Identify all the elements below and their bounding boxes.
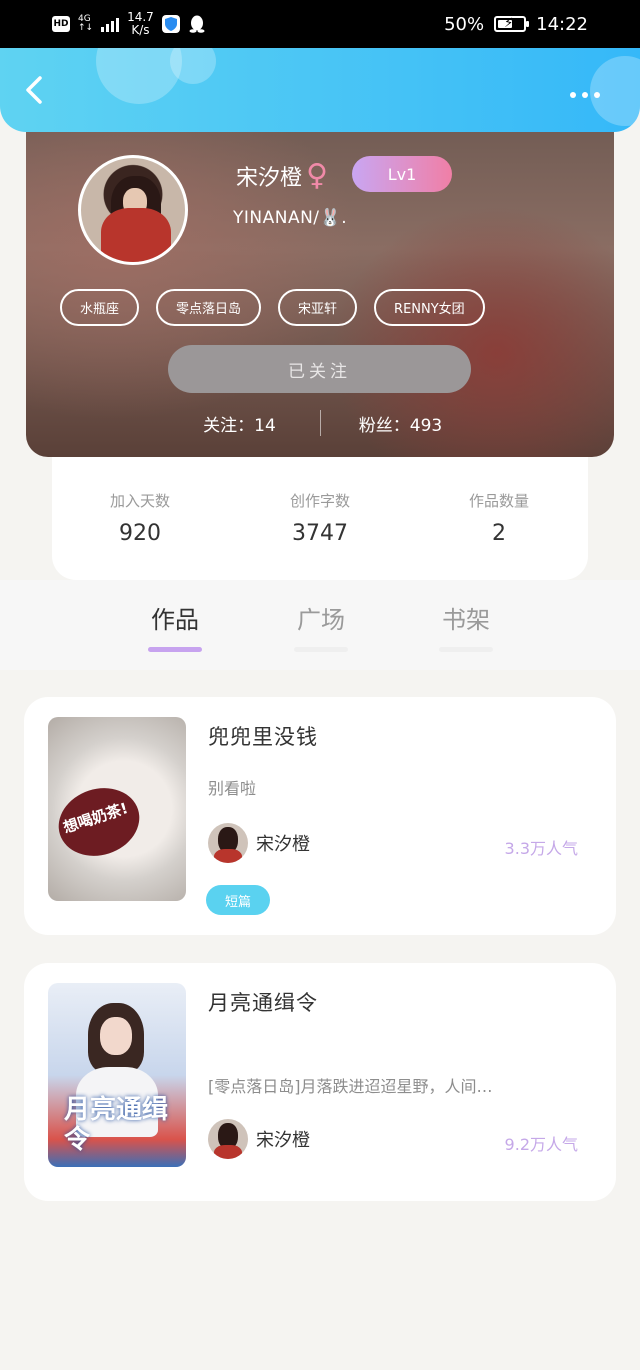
profile-name: 宋汐橙 (236, 166, 303, 191)
hd-badge: HD (52, 16, 70, 32)
status-bar: HD 4G ↑↓ 14.7 K/s 50% ⚡ 14:22 (0, 0, 640, 48)
profile-tag[interactable]: 水瓶座 (60, 289, 140, 326)
stat-works-count: 作品数量 2 (468, 492, 529, 546)
profile-card: 宋汐橙 ♀ Lv1 YINANAN/🐰. 水瓶座 零点落日岛 宋亚轩 RENNY… (26, 110, 614, 457)
stat-word-count: 创作字数 3747 (289, 492, 350, 546)
profile-signature: YINANAN/🐰. (233, 208, 348, 228)
work-author[interactable]: 宋汐橙 (208, 1119, 310, 1159)
tab-bar: 作品 广场 书架 (0, 580, 640, 670)
profile-name-row: 宋汐橙 ♀ (236, 160, 328, 192)
tab-works[interactable]: 作品 (135, 600, 215, 652)
author-avatar (208, 1119, 248, 1159)
signal-icon (101, 16, 120, 32)
profile-tags: 水瓶座 零点落日岛 宋亚轩 RENNY女团 (60, 289, 485, 326)
back-button[interactable] (16, 72, 52, 108)
level-badge: Lv1 (352, 156, 452, 192)
more-button[interactable] (570, 92, 600, 98)
follow-counts: 关注：14 粉丝：493 (26, 410, 614, 436)
battery-icon: ⚡ (494, 16, 530, 32)
qq-app-icon (188, 15, 206, 33)
chevron-left-icon (26, 76, 42, 104)
clock: 14:22 (536, 13, 588, 35)
genre-tag: 短篇 (206, 885, 270, 915)
profile-tag[interactable]: RENNY女团 (374, 289, 485, 326)
work-title: 月亮通缉令 (208, 991, 318, 1015)
more-dots-icon (570, 92, 576, 98)
shield-app-icon (161, 15, 180, 33)
following-count[interactable]: 关注：14 (160, 411, 320, 436)
avatar[interactable] (78, 155, 188, 265)
stat-join-days: 加入天数 920 (109, 492, 170, 546)
profile-tag[interactable]: 零点落日岛 (156, 289, 262, 326)
work-author[interactable]: 宋汐橙 (208, 823, 310, 863)
work-description: 别看啦 (208, 779, 257, 798)
follow-button[interactable]: 已关注 (168, 345, 471, 393)
author-avatar (208, 823, 248, 863)
work-card[interactable]: 月亮通缉令 月亮通缉令 [零点落日岛]月落跌进迢迢星野，人间… 宋汐橙 9.2万… (24, 963, 616, 1201)
work-description: [零点落日岛]月落跌进迢迢星野，人间… (208, 1077, 493, 1096)
work-popularity: 9.2万人气 (504, 1135, 578, 1154)
profile-tag[interactable]: 宋亚轩 (278, 289, 358, 326)
work-card[interactable]: 想喝奶茶! 兜兜里没钱 别看啦 宋汐橙 3.3万人气 短篇 (24, 697, 616, 935)
work-popularity: 3.3万人气 (504, 839, 578, 858)
fans-count[interactable]: 粉丝：493 (321, 411, 481, 436)
network-speed: 14.7 K/s (127, 10, 154, 37)
work-cover[interactable]: 月亮通缉令 (48, 983, 186, 1167)
work-title: 兜兜里没钱 (208, 725, 318, 749)
top-bar (0, 48, 640, 132)
battery-percent: 50% (444, 13, 485, 35)
work-cover[interactable]: 想喝奶茶! (48, 717, 186, 901)
stats-card: 加入天数 920 创作字数 3747 作品数量 2 (52, 440, 588, 580)
female-icon: ♀ (306, 158, 328, 193)
network-type: 4G ↑↓ (78, 14, 94, 33)
tab-bookshelf[interactable]: 书架 (426, 600, 506, 652)
tab-square[interactable]: 广场 (281, 600, 361, 652)
